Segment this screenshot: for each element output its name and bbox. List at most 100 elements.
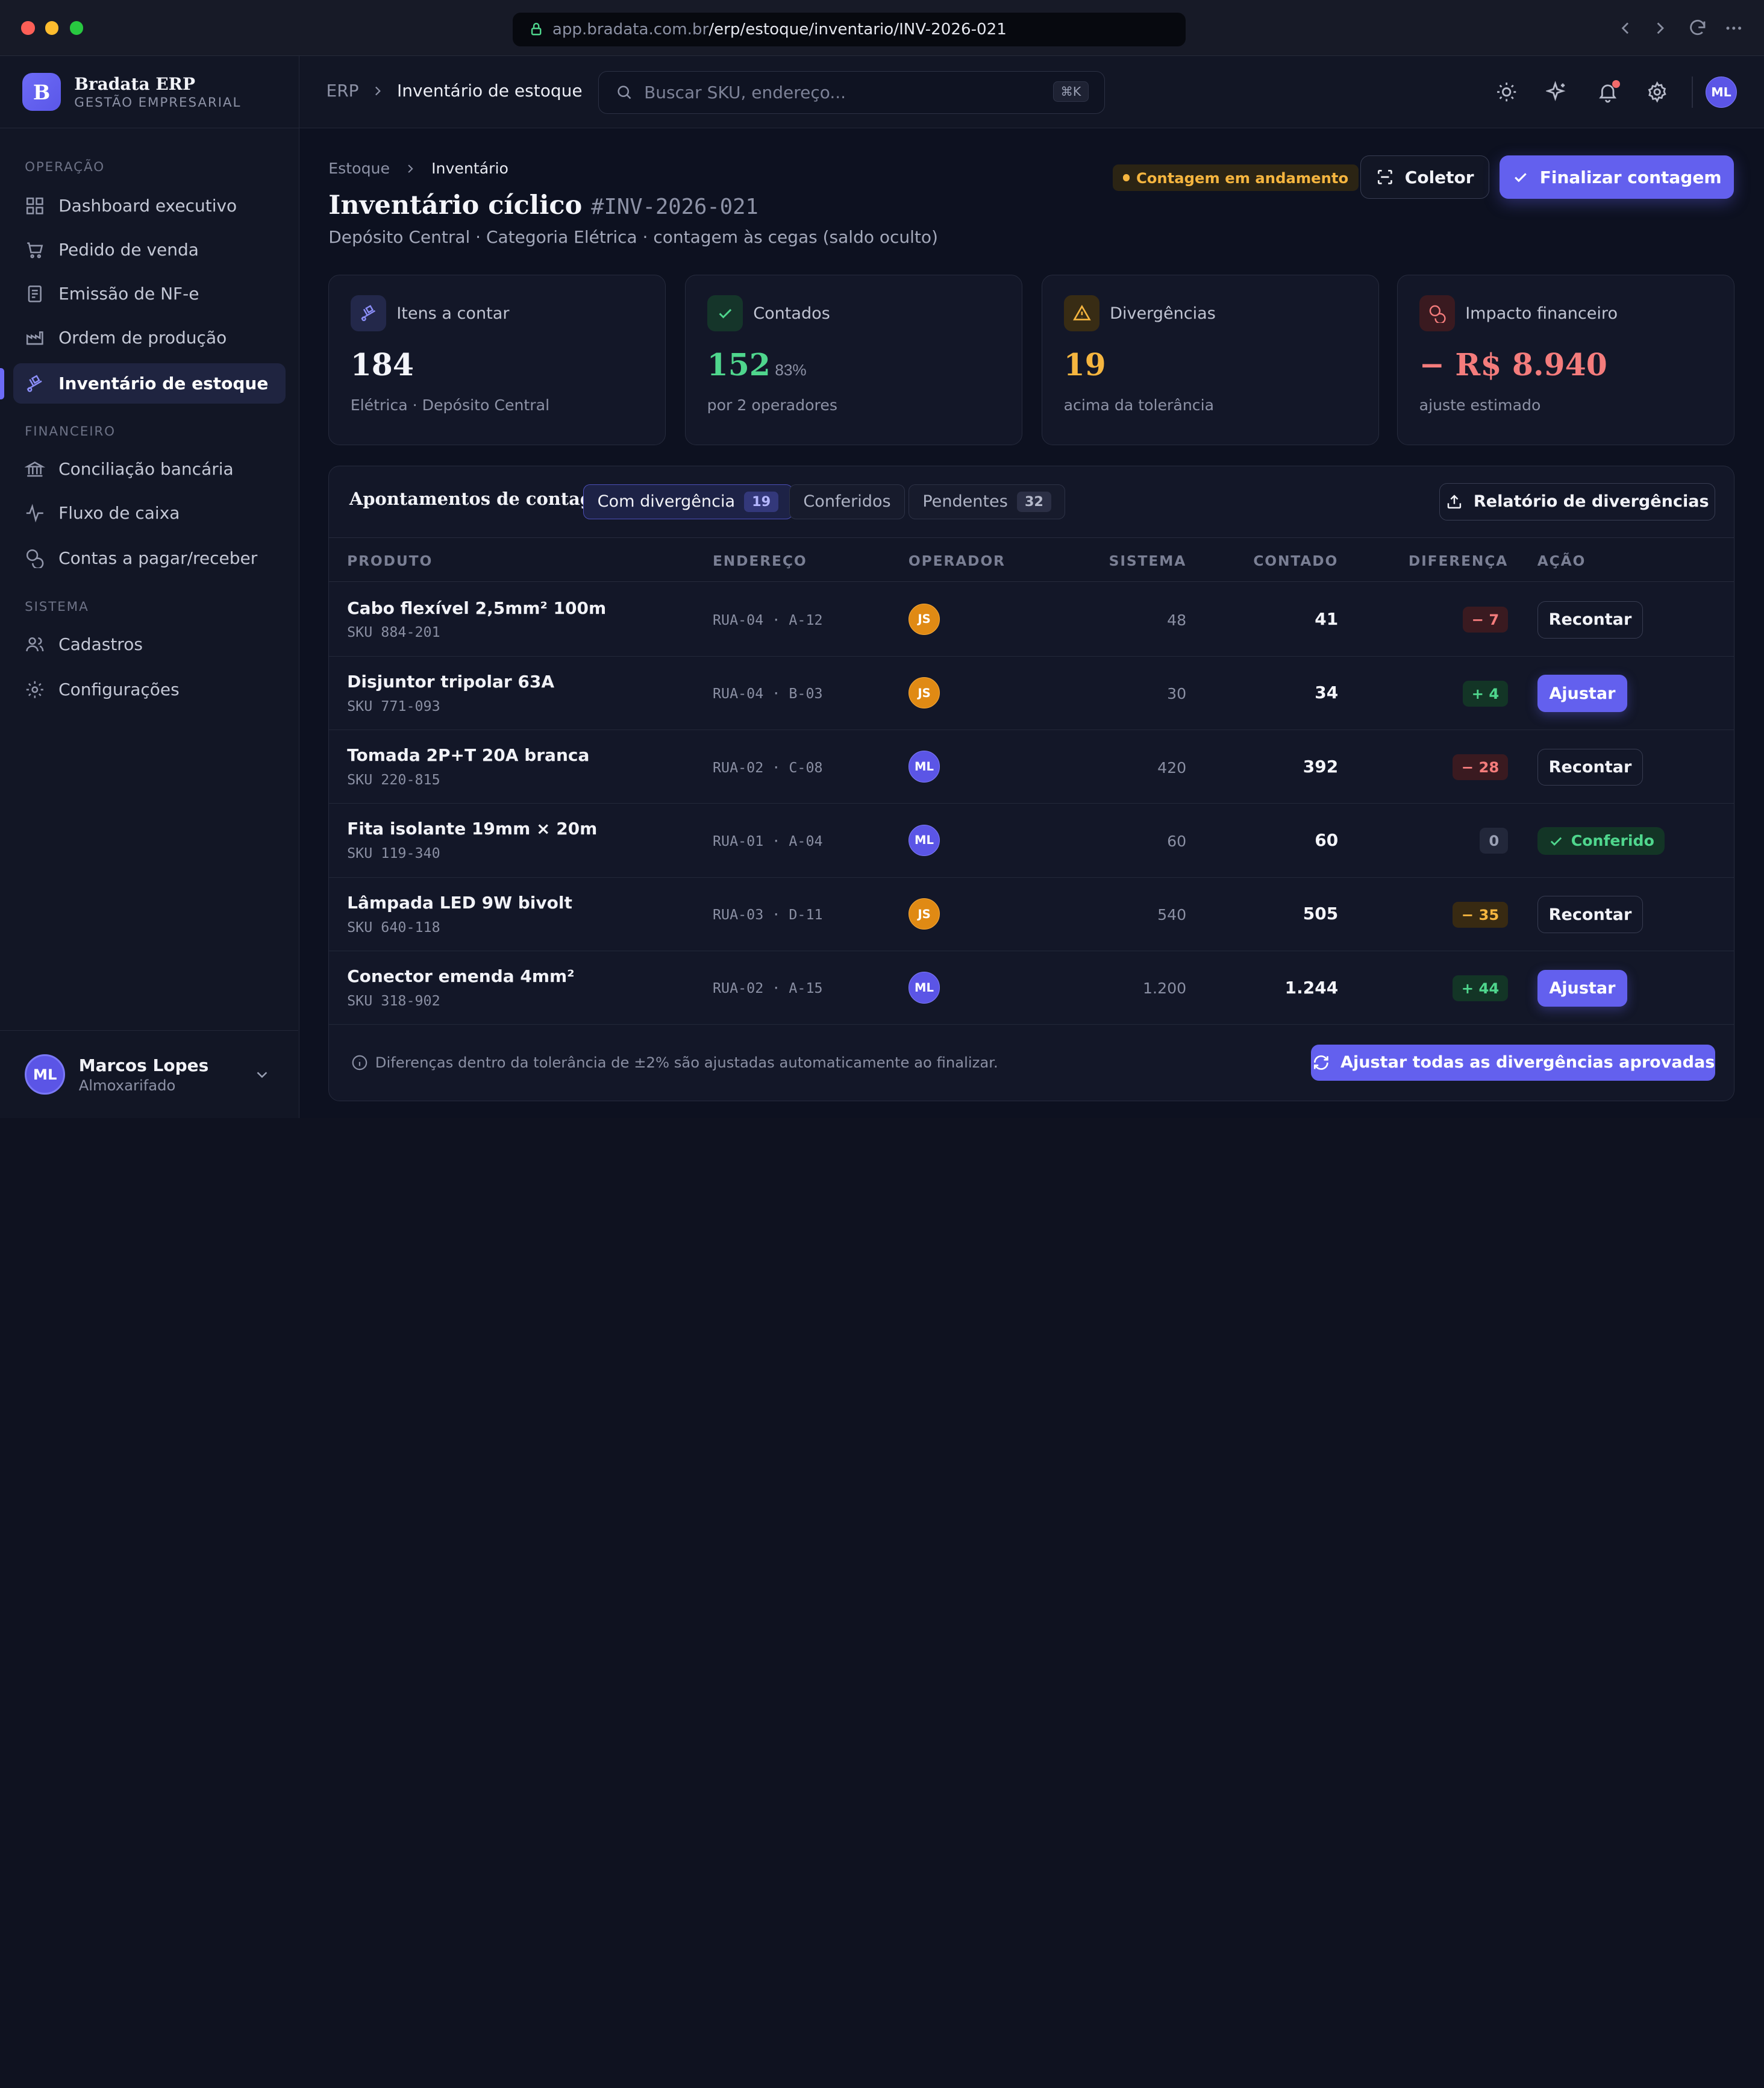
- recount-button[interactable]: Recontar: [1537, 748, 1644, 786]
- refresh-icon: [1313, 1055, 1328, 1070]
- user-menu[interactable]: ML Marcos Lopes Almoxarifado: [0, 1030, 298, 1118]
- operator-avatar: ML: [908, 751, 940, 783]
- product-sku: SKU 640-118: [347, 918, 440, 936]
- sidebar-item-dashboard[interactable]: Dashboard executivo: [13, 186, 286, 226]
- tab-label: Pendentes: [922, 492, 1008, 511]
- sidebar-item-registers[interactable]: Cadastros: [13, 624, 286, 664]
- sidebar-item-bank-reconciliation[interactable]: Conciliação bancária: [13, 449, 286, 489]
- sidebar-item-inventory[interactable]: Inventário de estoque: [13, 363, 286, 404]
- column-header[interactable]: CONTADO: [1253, 552, 1338, 569]
- tab-pending[interactable]: Pendentes 32: [908, 484, 1066, 519]
- count-records-panel: Apontamentos de contagem Com divergência…: [328, 466, 1735, 1102]
- sidebar-item-cash-flow[interactable]: Fluxo de caixa: [13, 493, 286, 533]
- table-row[interactable]: Fita isolante 19mm × 20m SKU 119-340 RUA-0…: [329, 804, 1734, 878]
- info-icon: [352, 1055, 367, 1071]
- kpi-number: 184: [350, 347, 414, 383]
- report-label: Relatório de divergências: [1473, 492, 1709, 511]
- search-input[interactable]: Buscar SKU, endereço... ⌘K: [598, 70, 1105, 114]
- product-name: Cabo flexível 2,5mm² 100m: [347, 598, 607, 618]
- back-icon[interactable]: [1615, 18, 1636, 39]
- sidebar-item-production-order[interactable]: Ordem de produção: [13, 317, 286, 358]
- difference-badge: 0: [1480, 828, 1509, 854]
- adjust-button[interactable]: Ajustar: [1537, 969, 1628, 1007]
- address-bar[interactable]: app.bradata.com.br/erp/estoque/inventari…: [513, 12, 1186, 46]
- finalize-count-button[interactable]: Finalizar contagem: [1500, 155, 1734, 199]
- table-row[interactable]: Disjuntor tripolar 63A SKU 771-093 RUA-04 …: [329, 657, 1734, 730]
- header-divider: [1692, 76, 1694, 108]
- sparkle-icon[interactable]: [1545, 81, 1568, 103]
- product-name: Disjuntor tripolar 63A: [347, 671, 555, 692]
- coins-icon: [27, 549, 44, 568]
- table-row[interactable]: Conector emenda 4mm² SKU 318-902 RUA-02 · …: [329, 952, 1734, 1025]
- more-icon[interactable]: [1724, 18, 1744, 39]
- scan-icon: [1378, 170, 1393, 184]
- kpi-value: 152 83%: [707, 347, 1001, 383]
- system-qty: 30: [1167, 685, 1187, 703]
- table-row[interactable]: Tomada 2P+T 20A branca SKU 220-815 RUA-02 …: [329, 731, 1734, 804]
- sidebar-item-nfe[interactable]: Emissão de NF-e: [13, 274, 286, 314]
- coins-icon: [1419, 295, 1456, 331]
- breadcrumb-inventario: Inventário: [431, 160, 508, 178]
- kpi-foot: por 2 operadores: [707, 396, 837, 414]
- divergence-report-button[interactable]: Relatório de divergências: [1439, 483, 1715, 520]
- theme-sun-icon[interactable]: [1495, 81, 1518, 103]
- breadcrumb-root[interactable]: ERP: [327, 81, 359, 101]
- forward-icon[interactable]: [1650, 18, 1671, 39]
- action-label: Conferido: [1571, 832, 1654, 850]
- counted-qty: 41: [1315, 609, 1339, 630]
- column-header[interactable]: OPERADOR: [909, 552, 1006, 569]
- users-icon: [26, 637, 44, 652]
- column-header[interactable]: ENDEREÇO: [713, 552, 807, 569]
- notifications-button[interactable]: [1597, 80, 1620, 103]
- sidebar: B Bradata ERP GESTÃO EMPRESARIAL OPERAÇÃ…: [0, 56, 299, 1119]
- maximize-window-button[interactable]: [69, 21, 84, 35]
- storage-address: RUA-02 · C-08: [712, 758, 823, 776]
- page-breadcrumb: Estoque Inventário: [328, 160, 508, 177]
- chevron-right-icon: [408, 164, 414, 173]
- breadcrumb-estoque[interactable]: Estoque: [328, 160, 390, 177]
- kpi-items-to-count: Itens a contar 184 Elétrica · Depósito C…: [328, 274, 666, 446]
- table-row[interactable]: Lâmpada LED 9W bivolt SKU 640-118 RUA-03 ·…: [329, 878, 1734, 951]
- product-name: Tomada 2P+T 20A branca: [347, 745, 590, 766]
- column-header[interactable]: PRODUTO: [347, 552, 433, 569]
- bank-icon: [25, 461, 45, 477]
- warning-icon: [1063, 295, 1100, 331]
- url-host: app.bradata.com.br: [552, 20, 709, 39]
- sidebar-item-payables[interactable]: Contas a pagar/receber: [13, 538, 286, 578]
- collector-button[interactable]: Coletor: [1360, 155, 1490, 199]
- avatar: ML: [25, 1054, 66, 1095]
- chevron-down-icon[interactable]: [253, 1066, 271, 1084]
- column-header: AÇÃO: [1537, 552, 1586, 569]
- operator-avatar: ML: [908, 972, 940, 1004]
- minimize-window-button[interactable]: [45, 21, 59, 35]
- tolerance-note: Diferenças dentro da tolerância de ±2% s…: [351, 1054, 998, 1072]
- adjust-button[interactable]: Ajustar: [1537, 675, 1628, 713]
- gear-icon[interactable]: [1646, 81, 1668, 103]
- tab-checked[interactable]: Conferidos: [789, 484, 905, 519]
- difference-badge: − 28: [1452, 754, 1509, 780]
- tab-with-divergence[interactable]: Com divergência 19: [583, 484, 793, 519]
- upload-icon: [1447, 495, 1462, 509]
- difference-badge: − 7: [1462, 607, 1509, 633]
- sidebar-item-sales-order[interactable]: Pedido de venda: [13, 230, 286, 270]
- counted-qty: 60: [1315, 830, 1339, 851]
- sidebar-item-label: Pedido de venda: [58, 240, 199, 260]
- sidebar-item-settings[interactable]: Configurações: [13, 669, 286, 710]
- reload-icon[interactable]: [1687, 18, 1708, 39]
- brand[interactable]: B Bradata ERP GESTÃO EMPRESARIAL: [0, 56, 299, 128]
- checked-badge: Conferido: [1537, 827, 1665, 855]
- avatar[interactable]: ML: [1705, 76, 1737, 108]
- close-window-button[interactable]: [21, 21, 35, 35]
- tab-label: Com divergência: [597, 492, 736, 511]
- table-row[interactable]: Cabo flexível 2,5mm² 100m SKU 884-201 RUA-…: [329, 583, 1734, 657]
- recount-button[interactable]: Recontar: [1537, 896, 1644, 933]
- check-icon: [1515, 173, 1527, 183]
- kpi-label: Impacto financeiro: [1465, 304, 1618, 323]
- column-header[interactable]: SISTEMA: [1109, 552, 1186, 569]
- kpi-percent: 83%: [775, 361, 807, 380]
- difference-badge: + 44: [1452, 975, 1509, 1001]
- column-header[interactable]: DIFERENÇA: [1409, 552, 1508, 569]
- adjust-all-button[interactable]: Ajustar todas as divergências aprovadas: [1311, 1044, 1715, 1081]
- operator-avatar: JS: [908, 898, 940, 930]
- recount-button[interactable]: Recontar: [1537, 601, 1644, 639]
